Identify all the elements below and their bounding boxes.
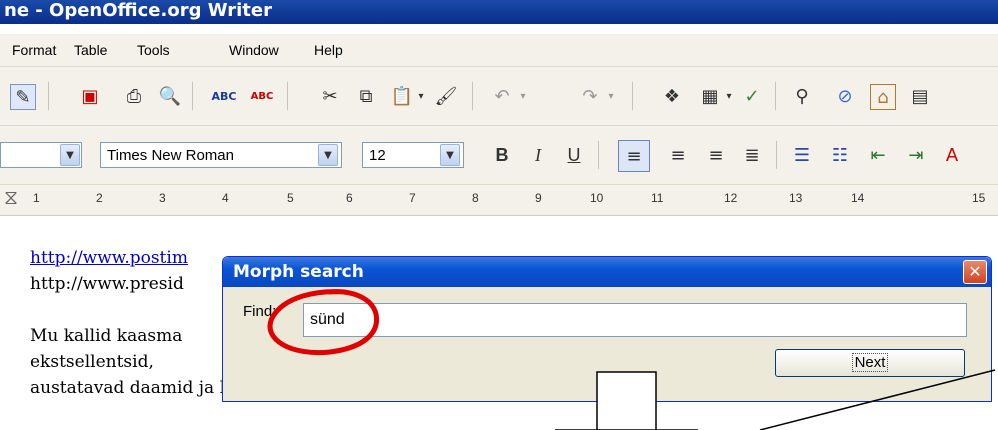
tab-stop-icon[interactable]: ⧖: [4, 187, 18, 210]
align-right-icon[interactable]: ≡: [704, 143, 728, 167]
export-pdf-icon[interactable]: ▣: [78, 84, 102, 108]
paste-icon[interactable]: 📋: [390, 84, 414, 108]
doc-line: Mu kallid kaasma: [30, 326, 183, 346]
paste-dropdown-icon[interactable]: ▾: [414, 84, 428, 108]
redo-dropdown-icon[interactable]: ▾: [604, 84, 618, 108]
ruler-tick: 7: [409, 191, 416, 205]
spellcheck-icon[interactable]: ABC: [212, 84, 237, 108]
copy-icon[interactable]: ⧉: [354, 84, 378, 108]
menu-bar: Format Table Tools Window Help: [0, 34, 998, 67]
standard-toolbar: ✎ ▣ ⎙ 🔍 ABC ABC ✂ ⧉ 📋 ▾ 🖌 ↶ ▾ ↷ ▾ ❖ ▦ ▾ …: [0, 67, 998, 126]
menu-tools[interactable]: Tools: [137, 42, 170, 58]
window-titlebar: ne - OpenOffice.org Writer: [0, 0, 998, 30]
ruler-tick: 3: [159, 191, 166, 205]
toolbar-separator: [598, 141, 599, 169]
cut-icon[interactable]: ✂: [318, 84, 342, 108]
paragraph-style-dropdown-icon[interactable]: ▼: [60, 144, 80, 166]
ruler-tick: 5: [287, 191, 294, 205]
next-button-label: Next: [851, 353, 889, 372]
redo-icon[interactable]: ↷: [578, 84, 602, 108]
page-preview-icon[interactable]: 🔍: [158, 84, 182, 108]
font-color-icon[interactable]: A: [940, 143, 964, 167]
ruler-tick: 8: [472, 191, 479, 205]
align-center-icon[interactable]: ≡: [666, 143, 690, 167]
underline-icon[interactable]: U: [562, 143, 586, 167]
ruler-tick: 13: [789, 191, 803, 205]
toolbar-separator: [287, 82, 288, 110]
font-size-dropdown-icon[interactable]: ▼: [440, 144, 460, 166]
toolbar-separator: [632, 82, 633, 110]
undo-icon[interactable]: ↶: [490, 84, 514, 108]
toolbar-separator: [775, 82, 776, 110]
navigator-icon[interactable]: ❖: [660, 84, 684, 108]
ruler-tick: 11: [651, 191, 664, 205]
toolbar-separator: [472, 82, 473, 110]
draw-functions-icon[interactable]: ✓: [740, 84, 764, 108]
ruler-tick: 12: [724, 191, 738, 205]
morph-search-dialog: Morph search ✕ Find: sünd Next: [222, 256, 992, 402]
bullets-icon[interactable]: ☷: [828, 143, 852, 167]
ruler-tick: 2: [96, 191, 103, 205]
menu-table[interactable]: Table: [74, 42, 107, 58]
dialog-title: Morph search: [223, 257, 991, 287]
menu-format[interactable]: Format: [12, 42, 56, 58]
toolbar-separator: [48, 82, 49, 110]
ruler-tick: 14: [851, 191, 865, 205]
doc-line: http://www.presid: [30, 274, 184, 294]
gallery-icon[interactable]: ⌂: [870, 84, 896, 110]
menu-help[interactable]: Help: [314, 42, 343, 58]
find-replace-icon[interactable]: ⚲: [790, 84, 814, 108]
numbering-icon[interactable]: ☰: [790, 143, 814, 167]
format-paintbrush-icon[interactable]: 🖌: [434, 84, 458, 108]
ruler-tick: 9: [535, 191, 542, 205]
increase-indent-icon[interactable]: ⇥: [904, 143, 928, 167]
autospellcheck-icon[interactable]: ABC: [250, 84, 274, 108]
toolbar-separator: [192, 82, 193, 110]
font-name-dropdown-icon[interactable]: ▼: [318, 144, 338, 166]
horizontal-ruler[interactable]: ⧖ 1 2 3 4 5 6 7 8 9 10 11 12 13 14 15: [0, 185, 998, 216]
datasources-icon[interactable]: ▤: [908, 84, 932, 108]
toolbar-separator: [776, 141, 777, 169]
navigator-compass-icon[interactable]: ⊘: [833, 84, 857, 108]
print-icon[interactable]: ⎙: [122, 84, 146, 108]
font-name-combo[interactable]: Times New Roman: [100, 142, 342, 168]
doc-hyperlink[interactable]: http://www.postim: [30, 248, 188, 268]
ruler-tick: 10: [590, 191, 604, 205]
find-input[interactable]: sünd: [303, 303, 967, 337]
find-label: Find:: [243, 303, 277, 320]
italic-icon[interactable]: I: [526, 143, 550, 167]
ruler-tick: 1: [33, 191, 40, 205]
edit-file-icon[interactable]: ✎: [10, 84, 36, 110]
ruler-tick: 15: [972, 191, 986, 205]
close-button[interactable]: ✕: [963, 260, 987, 284]
ruler-tick: 4: [222, 191, 229, 205]
undo-dropdown-icon[interactable]: ▾: [516, 84, 530, 108]
formatting-toolbar: ▼ Times New Roman ▼ 12 ▼ B I U ≡ ≡ ≡ ≣ ☰…: [0, 126, 998, 185]
table-dropdown-icon[interactable]: ▾: [722, 84, 736, 108]
window-title: ne - OpenOffice.org Writer: [0, 0, 998, 24]
doc-line: ekstsellentsid,: [30, 352, 154, 372]
justify-icon[interactable]: ≣: [740, 143, 764, 167]
decrease-indent-icon[interactable]: ⇤: [866, 143, 890, 167]
next-button[interactable]: Next: [775, 349, 965, 377]
table-icon[interactable]: ▦: [698, 84, 722, 108]
align-left-icon[interactable]: ≡: [618, 140, 650, 172]
ruler-tick: 6: [346, 191, 353, 205]
menu-window[interactable]: Window: [229, 42, 279, 58]
bold-icon[interactable]: B: [490, 143, 514, 167]
